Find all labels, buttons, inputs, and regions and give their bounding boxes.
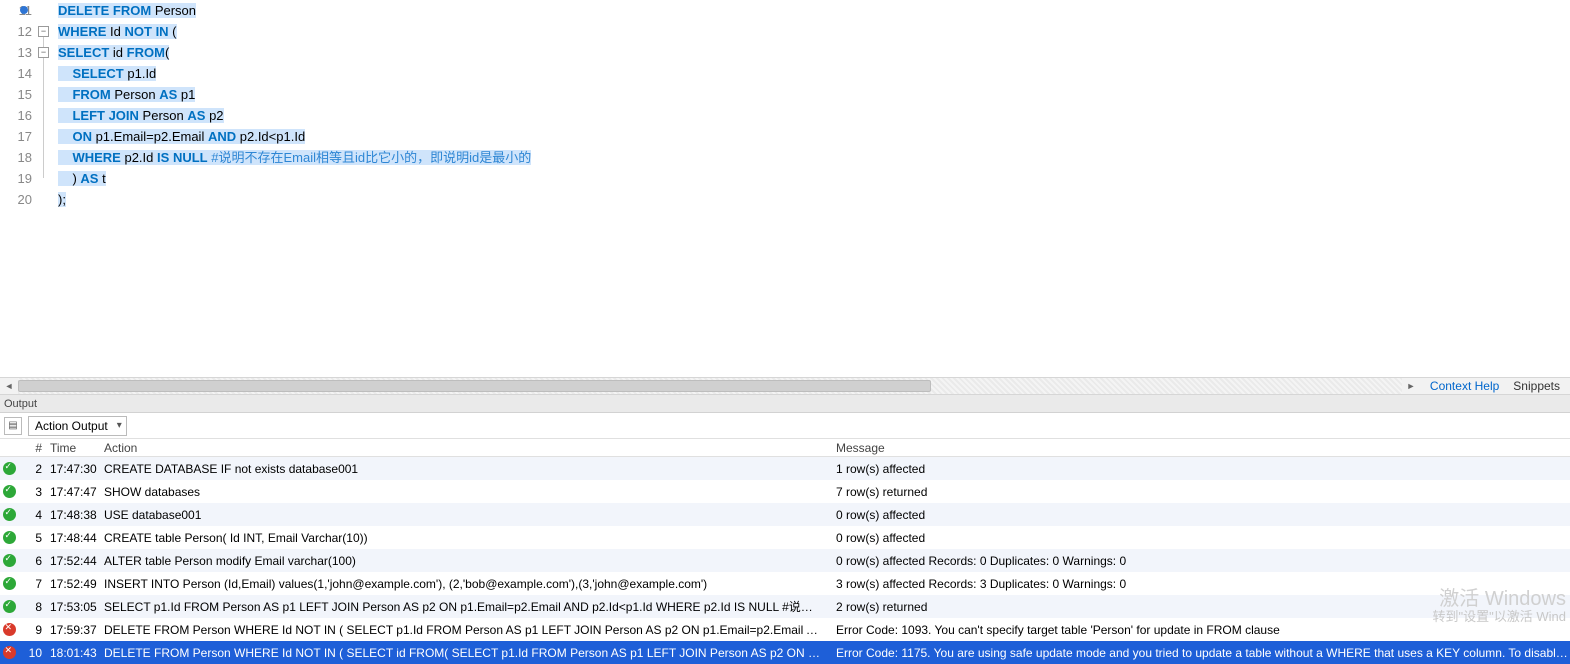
row-action: CREATE DATABASE IF not exists database00… (104, 462, 830, 476)
row-action: DELETE FROM Person WHERE Id NOT IN ( SEL… (104, 646, 830, 660)
row-num: 6 (18, 554, 50, 568)
col-message: Message (830, 441, 1570, 455)
row-message: 2 row(s) returned (830, 600, 1570, 614)
scroll-left-button[interactable]: ◄ (0, 378, 18, 394)
row-num: 3 (18, 485, 50, 499)
row-num: 9 (18, 623, 50, 637)
row-time: 17:53:05 (50, 600, 104, 614)
output-row[interactable]: 1018:01:43DELETE FROM Person WHERE Id NO… (0, 641, 1570, 664)
grid-header: # Time Action Message (0, 439, 1570, 457)
status-ok-icon (3, 554, 16, 567)
output-type-combo[interactable]: Action Output (28, 416, 127, 436)
row-action: CREATE table Person( Id INT, Email Varch… (104, 531, 830, 545)
output-row[interactable]: 217:47:30CREATE DATABASE IF not exists d… (0, 457, 1570, 480)
status-ok-icon (3, 508, 16, 521)
code-line[interactable]: FROM Person AS p1 (56, 84, 1570, 105)
row-time: 17:52:49 (50, 577, 104, 591)
output-row[interactable]: 517:48:44CREATE table Person( Id INT, Em… (0, 526, 1570, 549)
row-num: 7 (18, 577, 50, 591)
row-time: 17:48:38 (50, 508, 104, 522)
output-row[interactable]: 917:59:37DELETE FROM Person WHERE Id NOT… (0, 618, 1570, 641)
row-time: 17:59:37 (50, 623, 104, 637)
row-action: INSERT INTO Person (Id,Email) values(1,'… (104, 577, 830, 591)
output-row[interactable]: 417:48:38USE database0010 row(s) affecte… (0, 503, 1570, 526)
output-panel-title: Output (0, 395, 1570, 413)
row-time: 17:47:30 (50, 462, 104, 476)
code-line[interactable]: ); (56, 189, 1570, 210)
output-row[interactable]: 317:47:47SHOW databases7 row(s) returned (0, 480, 1570, 503)
line-number-gutter: 11121314151617181920 (0, 0, 38, 377)
status-error-icon (3, 623, 16, 636)
row-message: 0 row(s) affected (830, 531, 1570, 545)
row-action: SELECT p1.Id FROM Person AS p1 LEFT JOIN… (104, 598, 830, 615)
code-area[interactable]: DELETE FROM PersonWHERE Id NOT IN (SELEC… (56, 0, 1570, 377)
snippets-tab[interactable]: Snippets (1513, 379, 1560, 393)
action-output-grid[interactable]: # Time Action Message 217:47:30CREATE DA… (0, 439, 1570, 664)
code-line[interactable]: ON p1.Email=p2.Email AND p2.Id<p1.Id (56, 126, 1570, 147)
status-error-icon (3, 646, 16, 659)
scroll-track[interactable] (18, 378, 1402, 394)
row-time: 17:48:44 (50, 531, 104, 545)
row-message: Error Code: 1093. You can't specify targ… (830, 623, 1570, 637)
row-message: 7 row(s) returned (830, 485, 1570, 499)
row-action: ALTER table Person modify Email varchar(… (104, 554, 830, 568)
fold-toggle[interactable]: − (38, 26, 49, 37)
col-num: # (18, 441, 50, 455)
row-action: SHOW databases (104, 485, 830, 499)
row-num: 10 (18, 646, 50, 660)
code-line[interactable]: WHERE Id NOT IN ( (56, 21, 1570, 42)
row-time: 17:52:44 (50, 554, 104, 568)
row-num: 4 (18, 508, 50, 522)
sql-editor[interactable]: 11121314151617181920 −− DELETE FROM Pers… (0, 0, 1570, 377)
status-ok-icon (3, 485, 16, 498)
code-line[interactable]: SELECT id FROM( (56, 42, 1570, 63)
row-message: 1 row(s) affected (830, 462, 1570, 476)
scroll-thumb[interactable] (18, 380, 931, 392)
code-line[interactable]: WHERE p2.Id IS NULL #说明不存在Email相等且id比它小的… (56, 147, 1570, 168)
output-clear-icon[interactable]: ▤ (4, 417, 22, 435)
col-action: Action (104, 441, 830, 455)
status-ok-icon (3, 462, 16, 475)
scroll-right-button[interactable]: ► (1402, 378, 1420, 394)
output-row[interactable]: 817:53:05SELECT p1.Id FROM Person AS p1 … (0, 595, 1570, 618)
col-time: Time (50, 441, 104, 455)
output-toolbar: ▤ Action Output (0, 413, 1570, 439)
fold-toggle[interactable]: − (38, 47, 49, 58)
code-line[interactable]: LEFT JOIN Person AS p2 (56, 105, 1570, 126)
editor-hscrollbar[interactable]: ◄ ► Context Help Snippets (0, 377, 1570, 395)
row-num: 8 (18, 600, 50, 614)
row-time: 18:01:43 (50, 646, 104, 660)
code-line[interactable]: ) AS t (56, 168, 1570, 189)
status-ok-icon (3, 600, 16, 613)
row-message: Error Code: 1175. You are using safe upd… (830, 646, 1570, 660)
output-row[interactable]: 717:52:49INSERT INTO Person (Id,Email) v… (0, 572, 1570, 595)
row-action: USE database001 (104, 508, 830, 522)
breakpoint-icon[interactable] (20, 6, 28, 14)
code-line[interactable]: DELETE FROM Person (56, 0, 1570, 21)
fold-column[interactable]: −− (38, 0, 56, 377)
row-message: 0 row(s) affected (830, 508, 1570, 522)
code-line[interactable]: SELECT p1.Id (56, 63, 1570, 84)
row-num: 5 (18, 531, 50, 545)
status-ok-icon (3, 531, 16, 544)
row-time: 17:47:47 (50, 485, 104, 499)
row-num: 2 (18, 462, 50, 476)
row-message: 0 row(s) affected Records: 0 Duplicates:… (830, 554, 1570, 568)
status-ok-icon (3, 577, 16, 590)
row-action: DELETE FROM Person WHERE Id NOT IN ( SEL… (104, 623, 830, 637)
row-message: 3 row(s) affected Records: 3 Duplicates:… (830, 577, 1570, 591)
context-help-tab[interactable]: Context Help (1430, 379, 1499, 393)
output-row[interactable]: 617:52:44ALTER table Person modify Email… (0, 549, 1570, 572)
